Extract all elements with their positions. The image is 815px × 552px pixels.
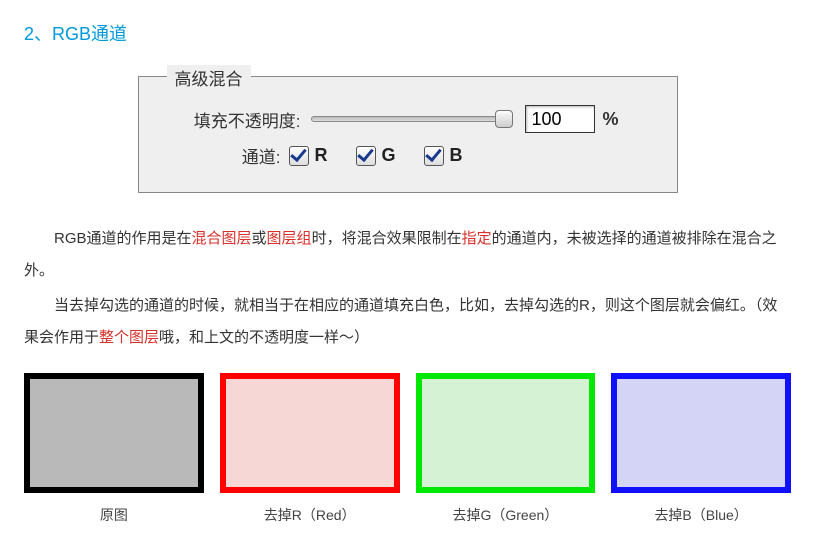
channel-r-checkbox[interactable]: R xyxy=(289,145,328,166)
paragraph-1: RGB通道的作用是在混合图层或图层组时，将混合效果限制在指定的通道内，未被选择的… xyxy=(24,223,791,286)
fill-opacity-input[interactable] xyxy=(525,105,595,133)
highlight: 指定 xyxy=(462,230,492,247)
swatch-no-b xyxy=(611,373,791,493)
slider-track xyxy=(311,116,511,122)
checkbox-icon xyxy=(289,146,309,166)
panel-legend: 高级混合 xyxy=(167,65,251,90)
fill-opacity-slider[interactable] xyxy=(311,110,511,128)
swatch-label: 去掉R（Red） xyxy=(220,505,400,525)
section-title: 2、RGB通道 xyxy=(24,20,791,46)
swatch-item: 去掉R（Red） xyxy=(220,373,400,525)
swatch-label: 原图 xyxy=(24,505,204,525)
channel-b-label: B xyxy=(450,145,463,166)
channel-r-label: R xyxy=(315,145,328,166)
swatch-item: 原图 xyxy=(24,373,204,525)
swatch-label: 去掉G（Green） xyxy=(416,505,596,525)
swatch-row: 原图 去掉R（Red） 去掉G（Green） 去掉B（Blue） xyxy=(24,373,791,525)
swatch-original xyxy=(24,373,204,493)
checkbox-icon xyxy=(424,146,444,166)
advanced-blend-panel: 高级混合 填充不透明度: % 通道: R G B xyxy=(138,76,678,193)
channel-label: 通道: xyxy=(161,143,281,168)
channel-g-label: G xyxy=(382,145,396,166)
swatch-no-r xyxy=(220,373,400,493)
highlight: 整个图层 xyxy=(99,329,159,346)
channel-g-checkbox[interactable]: G xyxy=(356,145,396,166)
highlight: 混合图层 xyxy=(192,230,252,247)
fill-opacity-label: 填充不透明度: xyxy=(161,107,301,132)
paragraph-2: 当去掉勾选的通道的时候，就相当于在相应的通道填充白色，比如，去掉勾选的R，则这个… xyxy=(24,290,791,353)
swatch-item: 去掉G（Green） xyxy=(416,373,596,525)
panel-container: 高级混合 填充不透明度: % 通道: R G B xyxy=(24,76,791,193)
channel-row: 通道: R G B xyxy=(161,143,655,168)
checkbox-icon xyxy=(356,146,376,166)
swatch-no-g xyxy=(416,373,596,493)
fill-opacity-row: 填充不透明度: % xyxy=(161,105,655,133)
highlight: 图层组 xyxy=(267,230,312,247)
channel-b-checkbox[interactable]: B xyxy=(424,145,463,166)
percent-label: % xyxy=(603,109,619,130)
swatch-item: 去掉B（Blue） xyxy=(611,373,791,525)
swatch-label: 去掉B（Blue） xyxy=(611,505,791,525)
slider-thumb[interactable] xyxy=(495,110,513,128)
